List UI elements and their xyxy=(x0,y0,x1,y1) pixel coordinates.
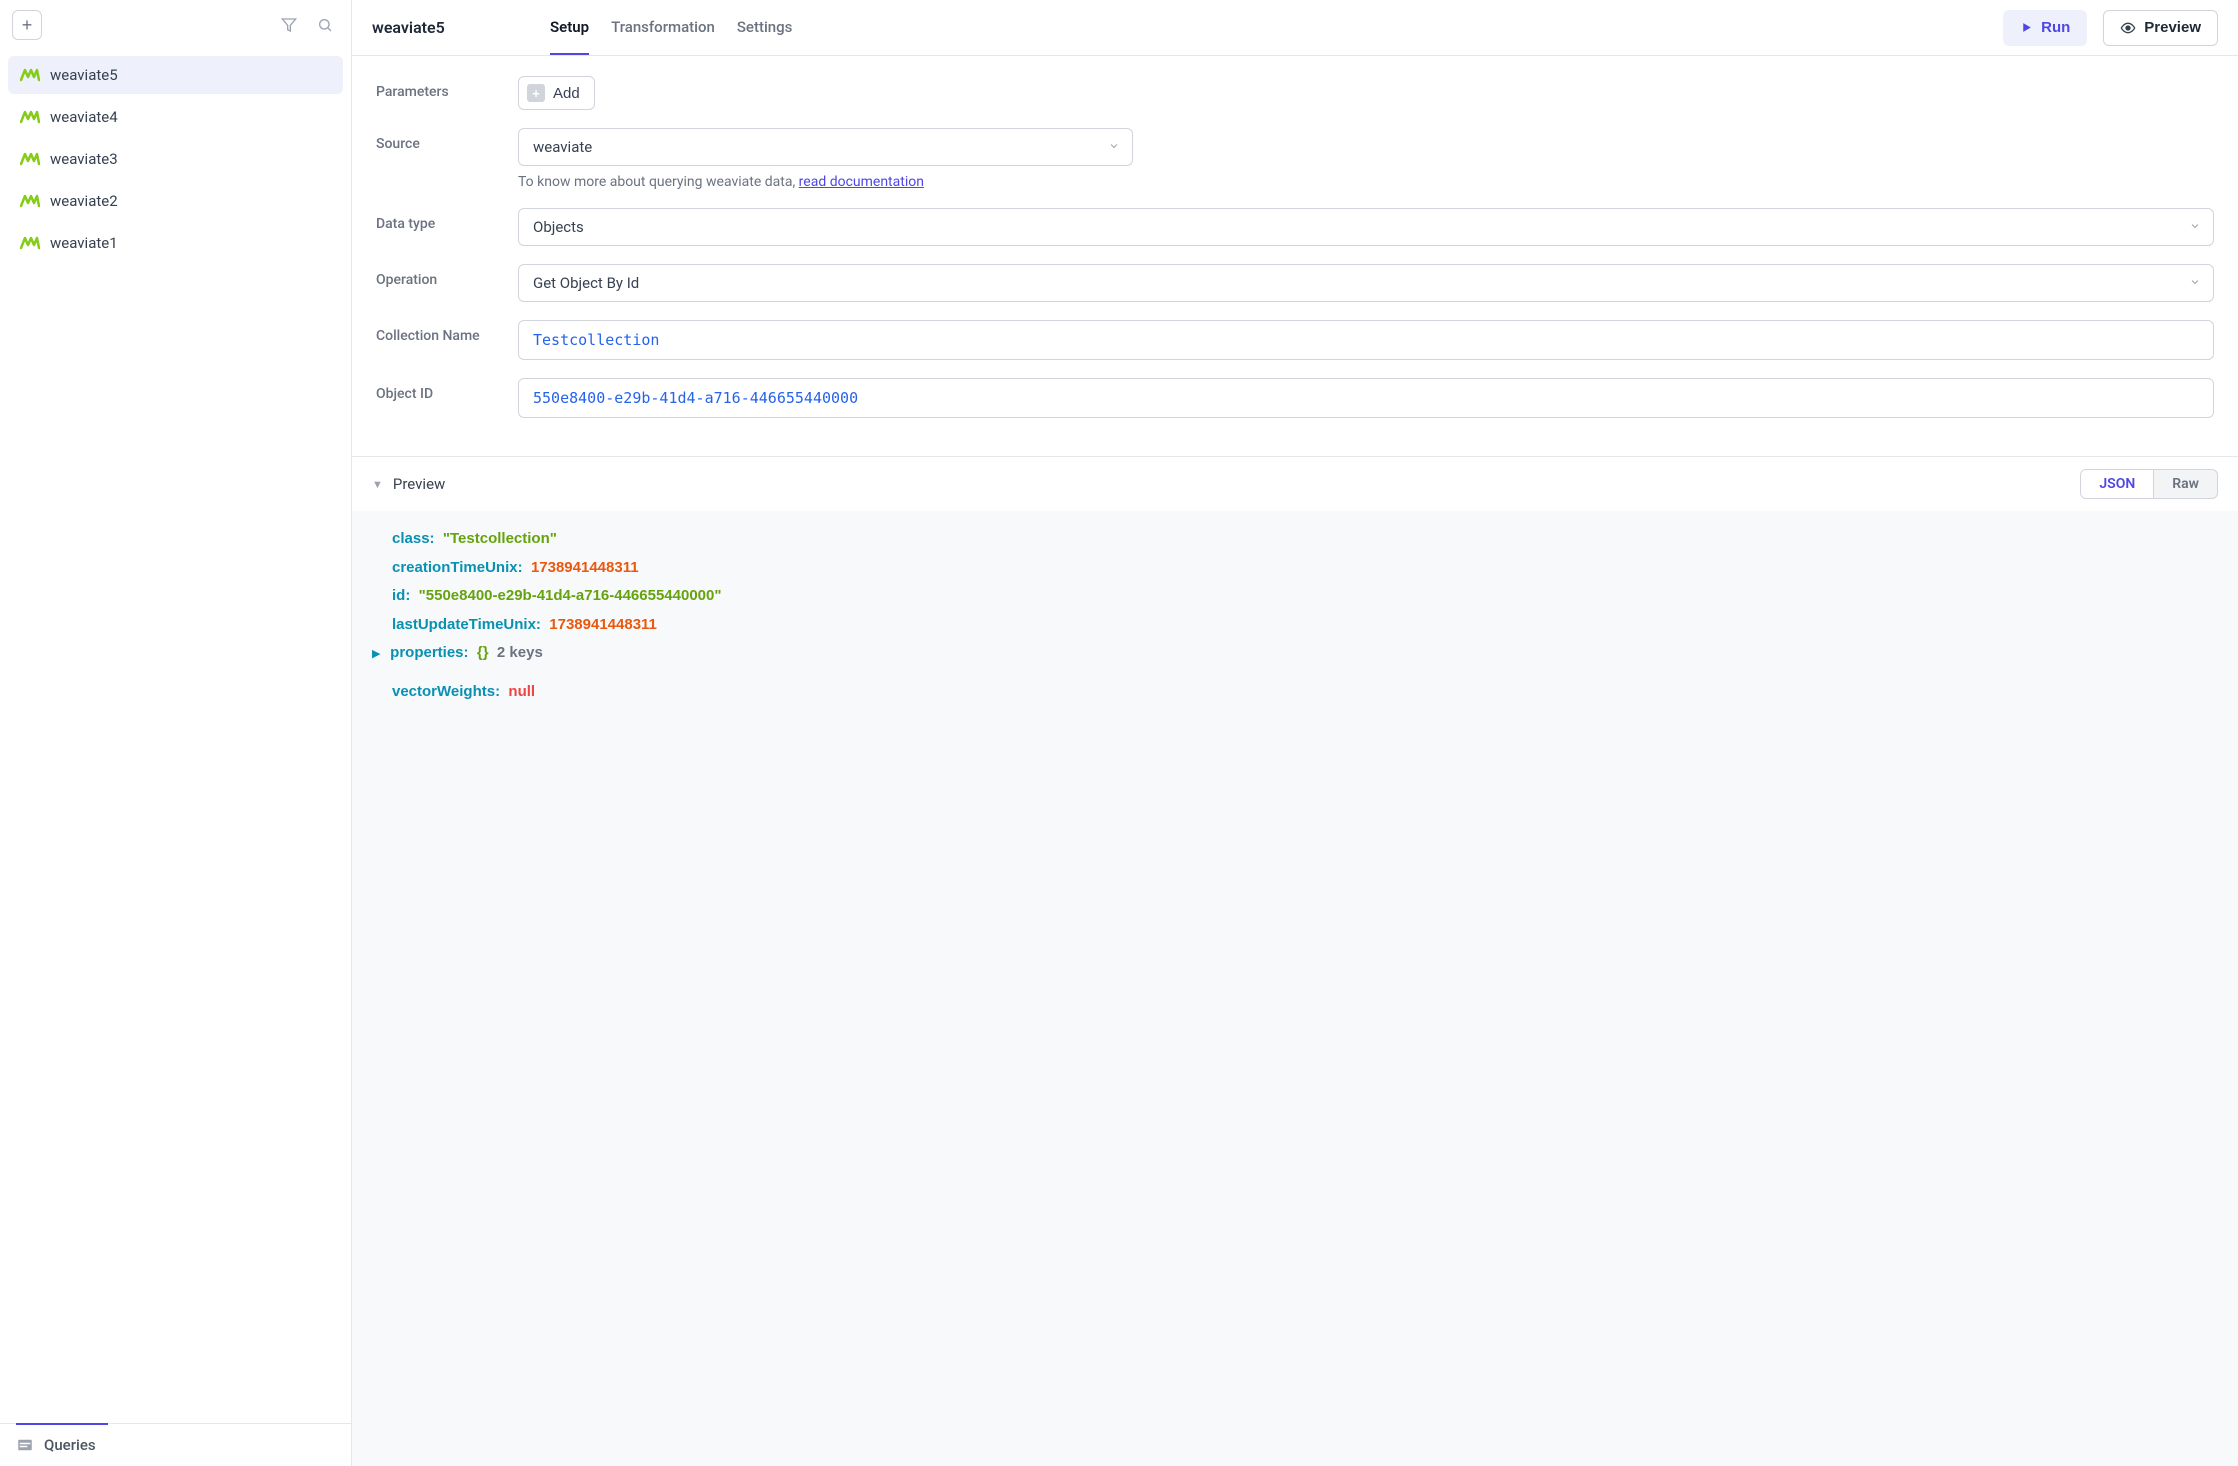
plus-icon: + xyxy=(22,15,33,36)
query-list: weaviate5 weaviate4 weaviate3 weaviate2 … xyxy=(0,50,351,1423)
json-row: creationTimeUnix: 1738941448311 xyxy=(372,554,2218,583)
source-value: weaviate xyxy=(533,138,592,156)
preview-button[interactable]: Preview xyxy=(2103,10,2218,46)
sidebar-item-label: weaviate1 xyxy=(50,234,118,252)
queries-label: Queries xyxy=(44,1436,96,1454)
add-label: Add xyxy=(553,85,580,102)
queries-icon xyxy=(16,1436,34,1454)
collection-name-label: Collection Name xyxy=(376,320,518,344)
sidebar-item-label: weaviate5 xyxy=(50,66,118,84)
sidebar-item-weaviate1[interactable]: weaviate1 xyxy=(8,224,343,262)
tab-transformation[interactable]: Transformation xyxy=(611,0,715,55)
operation-value: Get Object By Id xyxy=(533,274,639,292)
expand-caret-icon[interactable]: ▶ xyxy=(372,644,386,665)
caret-down-icon[interactable]: ▼ xyxy=(372,478,383,491)
weaviate-icon xyxy=(20,152,40,166)
tab-setup[interactable]: Setup xyxy=(550,0,589,55)
toggle-json-button[interactable]: JSON xyxy=(2081,470,2154,498)
collection-name-input[interactable] xyxy=(518,320,2214,360)
operation-select[interactable]: Get Object By Id xyxy=(518,264,2214,302)
data-type-label: Data type xyxy=(376,208,518,232)
sidebar-item-label: weaviate2 xyxy=(50,192,118,210)
filter-button[interactable] xyxy=(275,11,303,39)
preview-section: ▼ Preview JSON Raw class: "Testcollectio… xyxy=(352,456,2238,1466)
chevron-down-icon xyxy=(1108,138,1120,156)
weaviate-icon xyxy=(20,110,40,124)
preview-section-label: Preview xyxy=(393,475,445,493)
chevron-down-icon xyxy=(2189,218,2201,236)
page-title: weaviate5 xyxy=(372,18,522,37)
sidebar-queries-tab[interactable]: Queries xyxy=(0,1423,351,1466)
sidebar-item-label: weaviate4 xyxy=(50,108,118,126)
weaviate-icon xyxy=(20,236,40,250)
json-row: vectorWeights: null xyxy=(372,678,2218,707)
object-id-input[interactable] xyxy=(518,378,2214,418)
plus-icon: + xyxy=(527,84,545,102)
search-icon xyxy=(317,17,333,33)
object-id-label: Object ID xyxy=(376,378,518,402)
json-row: id: "550e8400-e29b-41d4-a716-44665544000… xyxy=(372,582,2218,611)
play-icon xyxy=(2020,21,2033,34)
sidebar: + weaviate5 weaviate4 weaviate3 xyxy=(0,0,352,1466)
weaviate-icon xyxy=(20,68,40,82)
tab-bar: Setup Transformation Settings xyxy=(550,0,792,55)
json-row: class: "Testcollection" xyxy=(372,525,2218,554)
sidebar-item-weaviate4[interactable]: weaviate4 xyxy=(8,98,343,136)
json-row-expandable[interactable]: ▶ properties: {} 2 keys xyxy=(372,639,2218,668)
add-parameter-button[interactable]: + Add xyxy=(518,76,595,110)
preview-label: Preview xyxy=(2144,19,2201,36)
sidebar-item-weaviate3[interactable]: weaviate3 xyxy=(8,140,343,178)
read-documentation-link[interactable]: read documentation xyxy=(799,174,924,190)
sidebar-item-label: weaviate3 xyxy=(50,150,118,168)
data-type-value: Objects xyxy=(533,218,584,236)
form-area: Parameters + Add Source weaviate To know… xyxy=(352,56,2238,456)
parameters-label: Parameters xyxy=(376,76,518,100)
toggle-raw-button[interactable]: Raw xyxy=(2154,470,2217,498)
preview-header: ▼ Preview JSON Raw xyxy=(352,457,2238,511)
top-bar: weaviate5 Setup Transformation Settings … xyxy=(352,0,2238,56)
operation-label: Operation xyxy=(376,264,518,288)
run-button[interactable]: Run xyxy=(2003,10,2087,46)
sidebar-item-weaviate5[interactable]: weaviate5 xyxy=(8,56,343,94)
sidebar-item-weaviate2[interactable]: weaviate2 xyxy=(8,182,343,220)
weaviate-icon xyxy=(20,194,40,208)
source-helper: To know more about querying weaviate dat… xyxy=(518,174,1133,190)
sidebar-toolbar: + xyxy=(0,0,351,50)
preview-format-toggle: JSON Raw xyxy=(2080,469,2218,499)
eye-icon xyxy=(2120,20,2136,36)
source-select[interactable]: weaviate xyxy=(518,128,1133,166)
search-button[interactable] xyxy=(311,11,339,39)
tab-settings[interactable]: Settings xyxy=(737,0,793,55)
add-query-button[interactable]: + xyxy=(12,10,42,40)
json-row: lastUpdateTimeUnix: 1738941448311 xyxy=(372,611,2218,640)
json-viewer: class: "Testcollection" creationTimeUnix… xyxy=(352,511,2238,1466)
source-label: Source xyxy=(376,128,518,152)
data-type-select[interactable]: Objects xyxy=(518,208,2214,246)
main-panel: weaviate5 Setup Transformation Settings … xyxy=(352,0,2238,1466)
run-label: Run xyxy=(2041,19,2070,36)
chevron-down-icon xyxy=(2189,274,2201,292)
filter-icon xyxy=(281,17,297,33)
